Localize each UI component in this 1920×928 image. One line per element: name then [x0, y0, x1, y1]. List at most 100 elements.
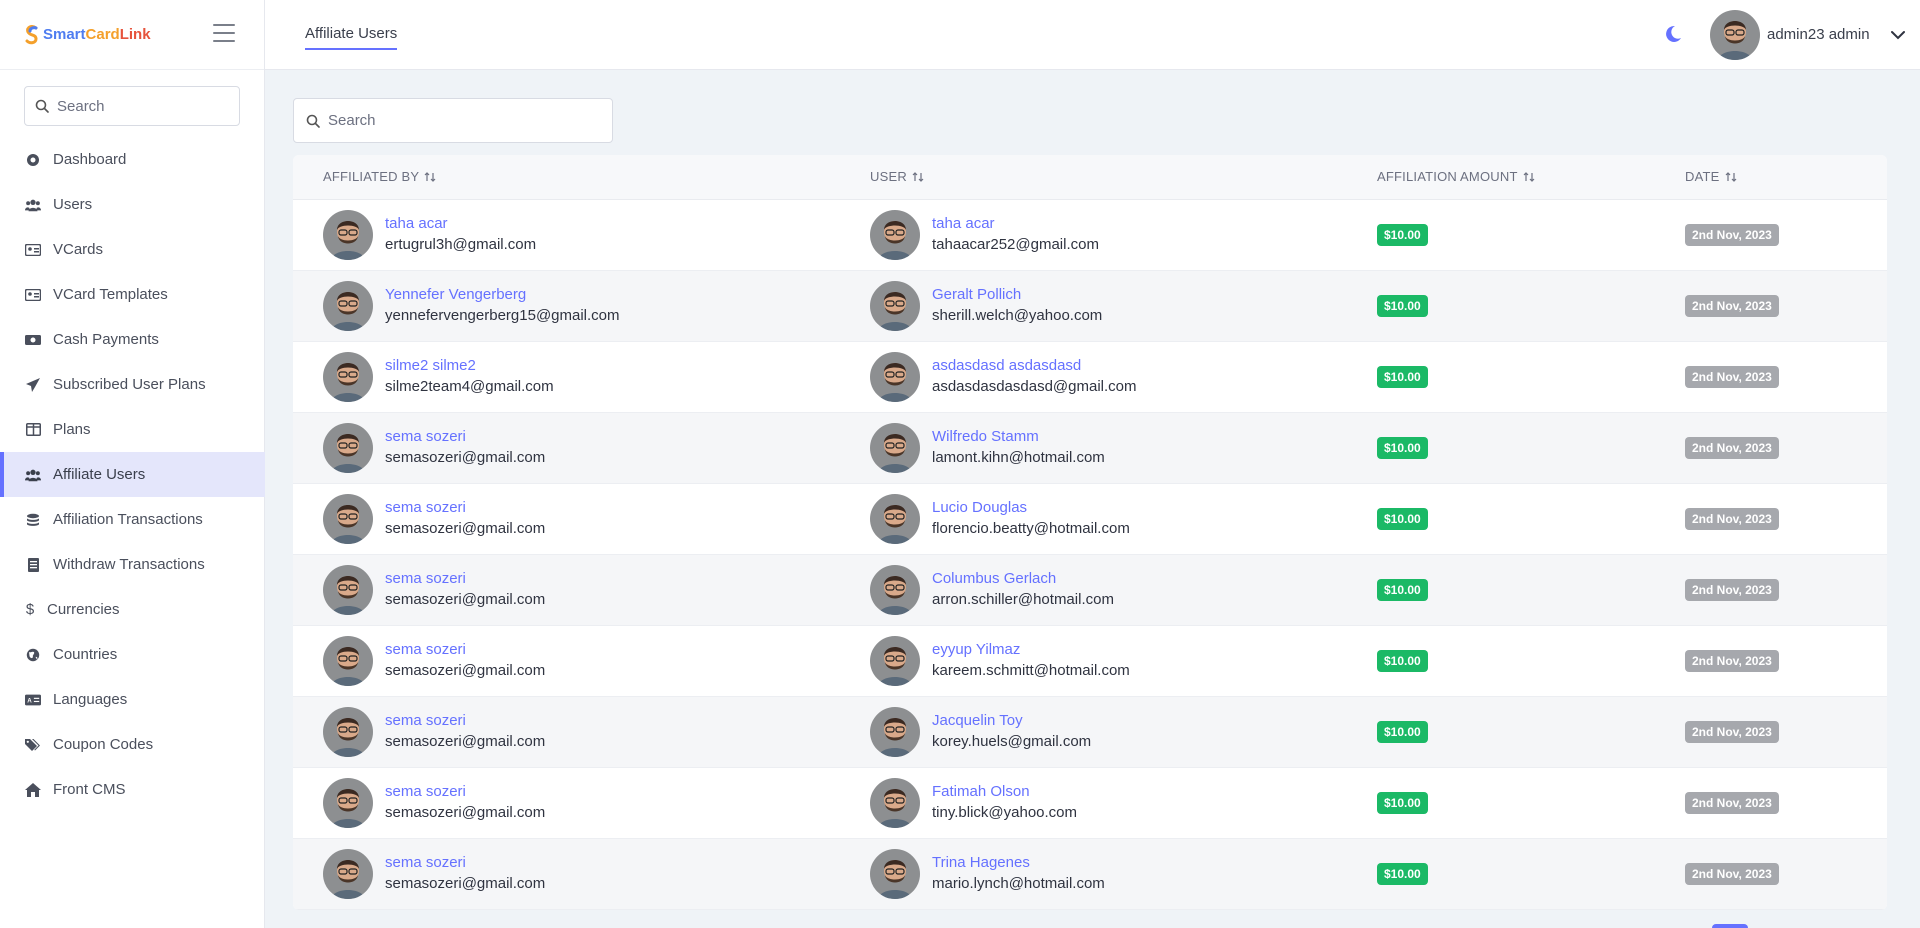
- affiliate-users-table: AFFILIATED BY USER AFFILIATION AMOUNT DA…: [293, 155, 1887, 910]
- user-name-link[interactable]: Fatimah Olson: [932, 782, 1077, 802]
- user-name-link[interactable]: Lucio Douglas: [932, 498, 1130, 518]
- affiliated-by-cell: sema sozeri semasozeri@gmail.com: [323, 707, 545, 757]
- avatar[interactable]: [1710, 10, 1760, 60]
- column-user[interactable]: USER: [870, 169, 924, 184]
- sidebar-item-cash-payments[interactable]: Cash Payments: [0, 317, 265, 362]
- globe-icon: [25, 647, 41, 663]
- affiliated-by-name-link[interactable]: taha acar: [385, 214, 536, 234]
- amount-badge: $10.00: [1377, 863, 1428, 885]
- column-affiliation-amount[interactable]: AFFILIATION AMOUNT: [1377, 169, 1535, 184]
- sidebar-item-plans[interactable]: Plans: [0, 407, 265, 452]
- table-row: sema sozeri semasozeri@gmail.com Jacqueli…: [293, 697, 1887, 768]
- user-name[interactable]: admin23 admin: [1767, 26, 1870, 43]
- affiliated-by-name-link[interactable]: sema sozeri: [385, 427, 545, 447]
- affiliated-by-name-link[interactable]: sema sozeri: [385, 498, 545, 518]
- sidebar-item-label: Withdraw Transactions: [53, 556, 205, 573]
- user-email: mario.lynch@hotmail.com: [932, 875, 1105, 892]
- receipt-icon: [25, 557, 41, 573]
- sidebar-item-users[interactable]: Users: [0, 182, 265, 227]
- sort-icon: [1725, 171, 1736, 182]
- sidebar-item-currencies[interactable]: $ Currencies: [0, 587, 265, 632]
- avatar: [323, 849, 373, 899]
- sidebar-item-label: Coupon Codes: [53, 736, 154, 753]
- column-affiliated-by[interactable]: AFFILIATED BY: [323, 169, 436, 184]
- affiliated-by-email: semasozeri@gmail.com: [385, 733, 546, 750]
- brand-logo[interactable]: Smart Card Link: [24, 24, 151, 45]
- avatar: [323, 707, 373, 757]
- user-cell: Lucio Douglas florencio.beatty@hotmail.co…: [870, 494, 1130, 544]
- column-date[interactable]: DATE: [1685, 169, 1737, 184]
- user-cell: Wilfredo Stamm lamont.kihn@hotmail.com: [870, 423, 1105, 473]
- table-row: taha acar ertugrul3h@gmail.com taha acar t…: [293, 200, 1887, 271]
- avatar: [870, 849, 920, 899]
- sidebar-item-label: Languages: [53, 691, 128, 708]
- brand-smart: Smart: [43, 26, 86, 43]
- amount-badge: $10.00: [1377, 295, 1428, 317]
- sidebar-item-label: Affiliation Transactions: [53, 511, 203, 528]
- sidebar-search-input[interactable]: [57, 97, 227, 115]
- avatar: [870, 778, 920, 828]
- main-search-input[interactable]: [328, 112, 598, 129]
- affiliated-by-cell: sema sozeri semasozeri@gmail.com: [323, 494, 545, 544]
- amount-badge: $10.00: [1377, 366, 1428, 388]
- affiliated-by-name-link[interactable]: silme2 silme2: [385, 356, 554, 376]
- affiliated-by-name-link[interactable]: sema sozeri: [385, 782, 545, 802]
- search-icon: [35, 99, 49, 113]
- user-name-link[interactable]: Jacquelin Toy: [932, 711, 1091, 731]
- coins-icon: [25, 512, 41, 528]
- user-name-link[interactable]: Wilfredo Stamm: [932, 427, 1105, 447]
- user-name-link[interactable]: Trina Hagenes: [932, 853, 1105, 873]
- menu-toggle-icon[interactable]: [213, 24, 235, 42]
- avatar: [870, 281, 920, 331]
- main-search: [293, 98, 613, 143]
- dark-mode-toggle-icon[interactable]: [1663, 24, 1683, 44]
- user-name-link[interactable]: taha acar: [932, 214, 1099, 234]
- affiliated-by-name-link[interactable]: sema sozeri: [385, 569, 545, 589]
- affiliated-by-cell: taha acar ertugrul3h@gmail.com: [323, 210, 536, 260]
- plans-icon: [25, 422, 41, 438]
- affiliated-by-email: semasozeri@gmail.com: [385, 591, 546, 608]
- date-badge: 2nd Nov, 2023: [1685, 863, 1779, 885]
- user-email: lamont.kihn@hotmail.com: [932, 449, 1105, 466]
- tags-icon: [25, 737, 41, 753]
- sidebar-item-affiliate-users[interactable]: Affiliate Users: [0, 452, 265, 497]
- user-name-link[interactable]: asdasdasd asdasdasd: [932, 356, 1137, 376]
- user-name-link[interactable]: eyyup Yilmaz: [932, 640, 1130, 660]
- sidebar-item-label: Currencies: [47, 601, 120, 618]
- sidebar-item-label: Cash Payments: [53, 331, 159, 348]
- sidebar-item-vcards[interactable]: VCards: [0, 227, 265, 272]
- sidebar-item-withdraw-transactions[interactable]: Withdraw Transactions: [0, 542, 265, 587]
- affiliated-by-email: semasozeri@gmail.com: [385, 449, 546, 466]
- sort-icon: [912, 171, 924, 182]
- chevron-down-icon[interactable]: [1891, 30, 1905, 40]
- user-cell: Trina Hagenes mario.lynch@hotmail.com: [870, 849, 1105, 899]
- avatar: [323, 494, 373, 544]
- sort-icon: [424, 171, 436, 182]
- date-badge: 2nd Nov, 2023: [1685, 650, 1779, 672]
- user-name-link[interactable]: Columbus Gerlach: [932, 569, 1114, 589]
- sidebar-item-vcard-templates[interactable]: VCard Templates: [0, 272, 265, 317]
- table-row: sema sozeri semasozeri@gmail.com Fatimah …: [293, 768, 1887, 839]
- amount-badge: $10.00: [1377, 508, 1428, 530]
- affiliated-by-email: semasozeri@gmail.com: [385, 875, 546, 892]
- sidebar-item-coupon-codes[interactable]: Coupon Codes: [0, 722, 265, 767]
- sidebar-item-languages[interactable]: A Languages: [0, 677, 265, 722]
- user-email: tahaacar252@gmail.com: [932, 236, 1099, 253]
- affiliated-by-name-link[interactable]: Yennefer Vengerberg: [385, 285, 620, 305]
- table-row: sema sozeri semasozeri@gmail.com eyyup Yi…: [293, 626, 1887, 697]
- sidebar-item-countries[interactable]: Countries: [0, 632, 265, 677]
- home-icon: [25, 782, 41, 798]
- sidebar-item-dashboard[interactable]: Dashboard: [0, 137, 265, 182]
- sidebar-item-subscribed-user-plans[interactable]: Subscribed User Plans: [0, 362, 265, 407]
- amount-badge: $10.00: [1377, 792, 1428, 814]
- sidebar-item-affiliation-transactions[interactable]: Affiliation Transactions: [0, 497, 265, 542]
- affiliated-by-cell: sema sozeri semasozeri@gmail.com: [323, 778, 545, 828]
- user-name-link[interactable]: Geralt Pollich: [932, 285, 1102, 305]
- sidebar-item-front-cms[interactable]: Front CMS: [0, 767, 265, 812]
- affiliated-by-name-link[interactable]: sema sozeri: [385, 711, 545, 731]
- user-cell: Columbus Gerlach arron.schiller@hotmail.c…: [870, 565, 1114, 615]
- affiliated-by-name-link[interactable]: sema sozeri: [385, 853, 545, 873]
- tab-affiliate-users[interactable]: Affiliate Users: [305, 25, 398, 50]
- pagination-active-page[interactable]: [1712, 924, 1748, 928]
- affiliated-by-name-link[interactable]: sema sozeri: [385, 640, 545, 660]
